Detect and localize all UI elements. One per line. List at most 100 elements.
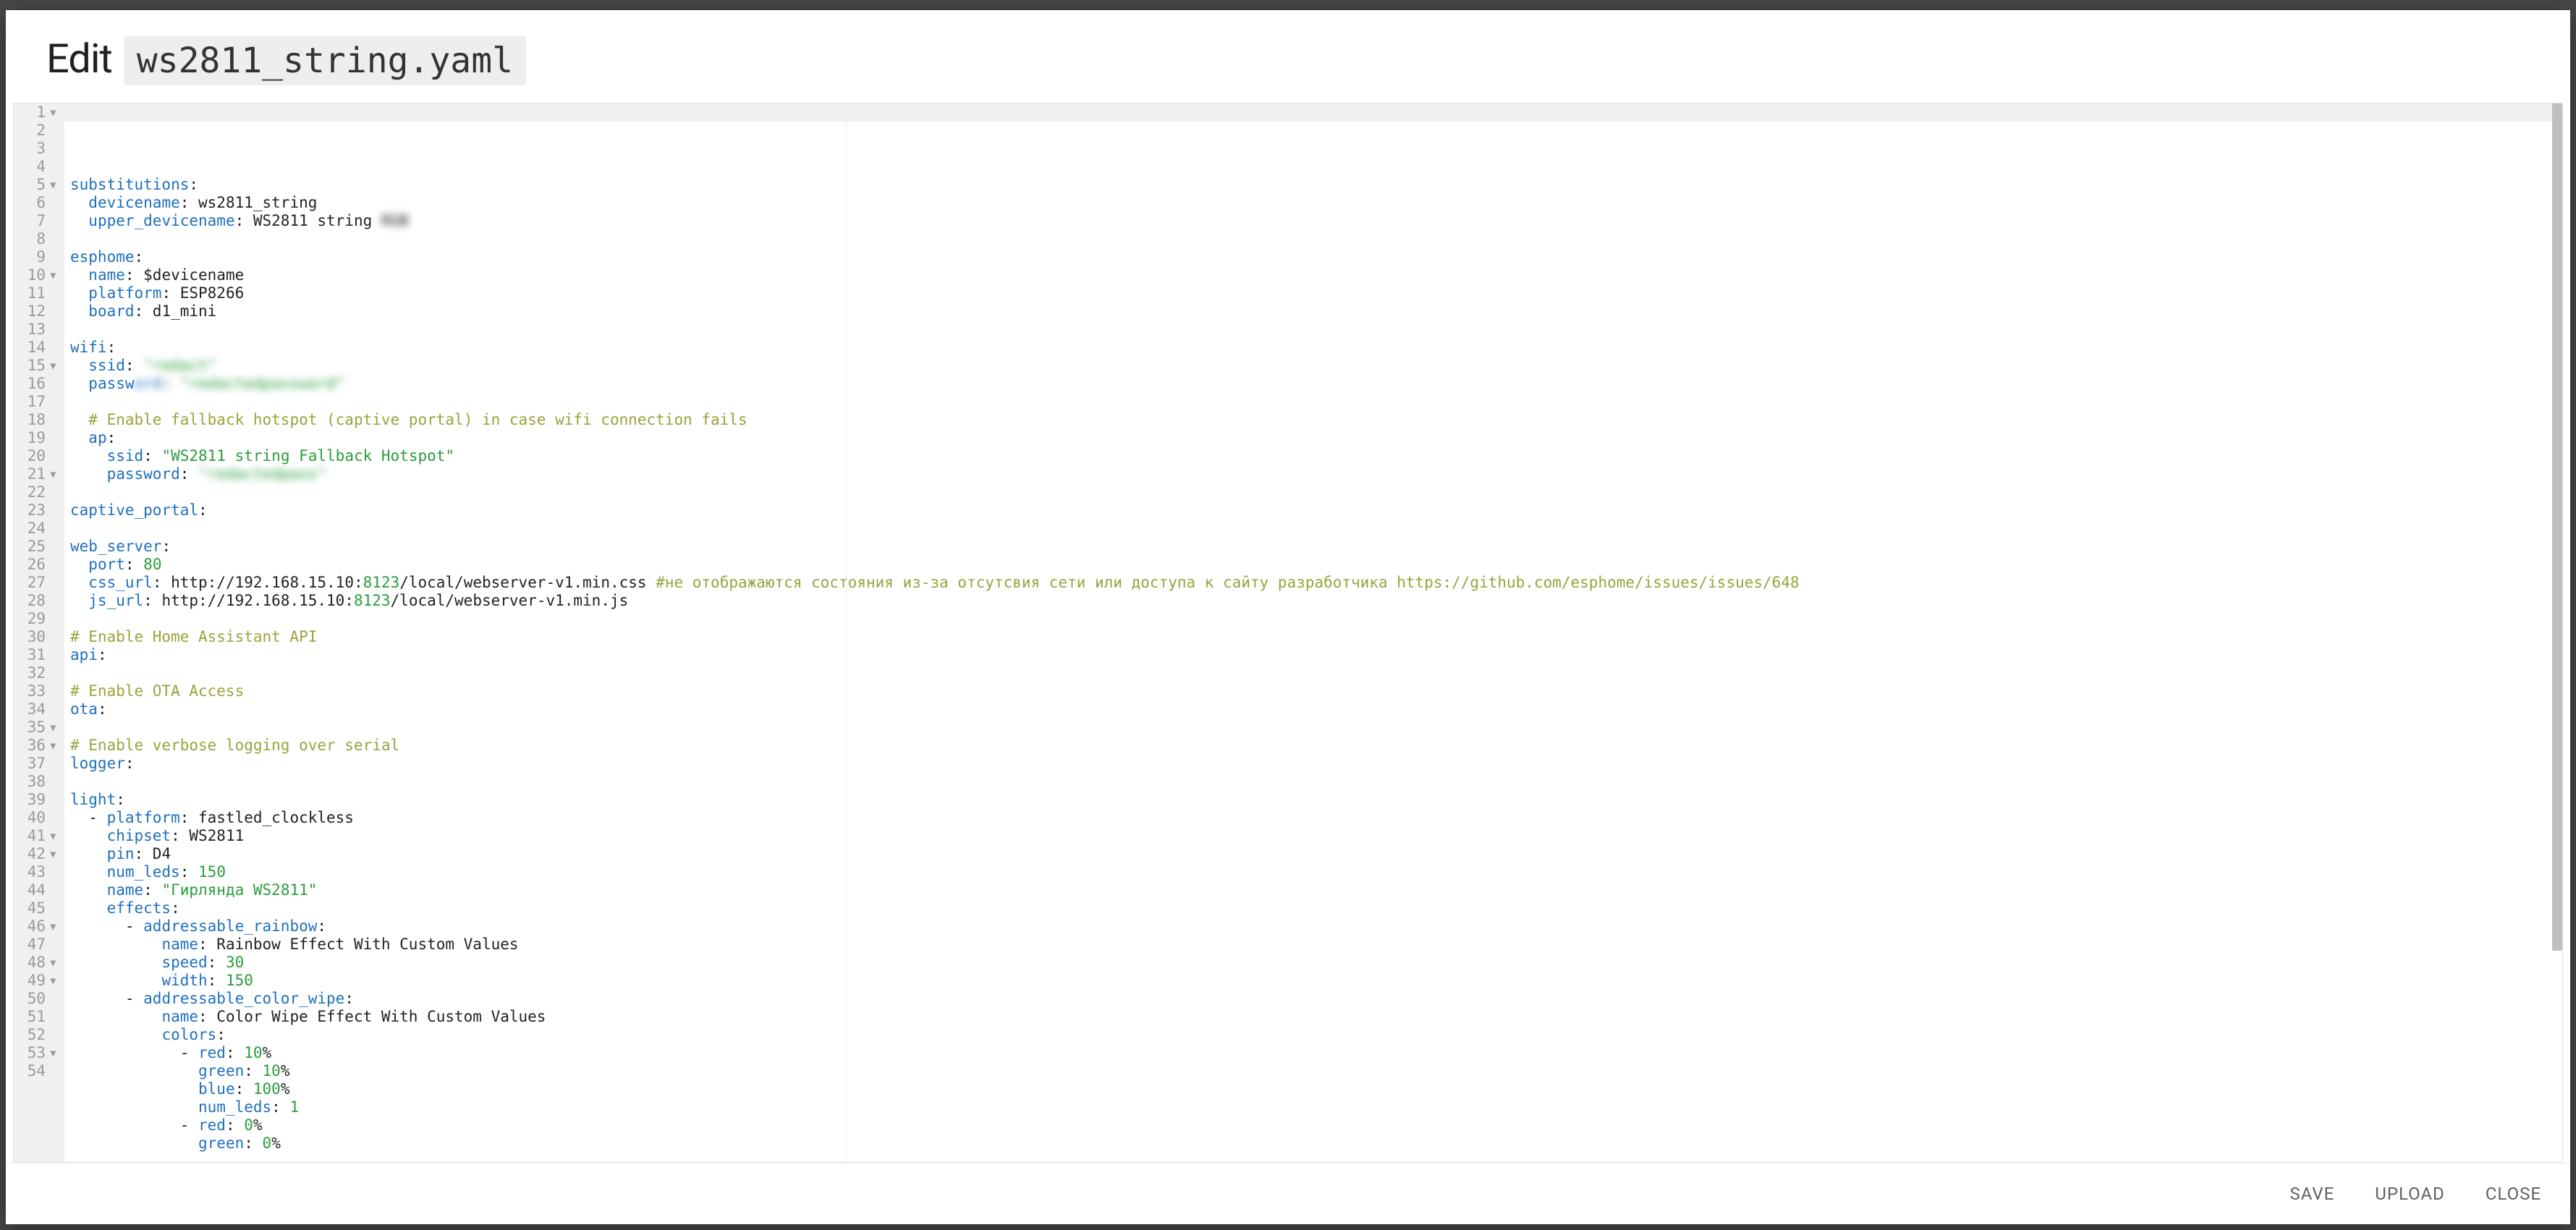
gutter-line[interactable]: 14: [27, 339, 57, 357]
gutter-line[interactable]: 24: [27, 519, 57, 538]
scrollbar-thumb[interactable]: [2552, 103, 2562, 950]
code-line[interactable]: upper_devicename: WS2811 string RGB: [70, 212, 2552, 230]
gutter-line[interactable]: 15▾: [27, 357, 57, 375]
code-line[interactable]: password: "redactedpassword": [70, 375, 2552, 393]
code-line[interactable]: num_leds: 1: [70, 1098, 2552, 1116]
upload-button[interactable]: UPLOAD: [2375, 1184, 2445, 1204]
editor-scroll-area[interactable]: 1▾2 3 4 5▾6 7 8 9 10▾11 12 13 14 15▾16 1…: [14, 103, 2552, 1162]
code-line[interactable]: blue: 100%: [70, 1080, 2552, 1098]
code-line[interactable]: pin: D4: [70, 845, 2552, 863]
code-line[interactable]: width: 150: [70, 972, 2552, 990]
code-line[interactable]: web_server:: [70, 538, 2552, 556]
gutter-line[interactable]: 1▾: [27, 103, 57, 122]
code-line[interactable]: colors:: [70, 1026, 2552, 1044]
code-line[interactable]: devicename: ws2811_string: [70, 194, 2552, 212]
gutter-line[interactable]: 7: [27, 212, 57, 230]
gutter-line[interactable]: 36▾: [27, 737, 57, 755]
fold-toggle-icon[interactable]: ▾: [48, 465, 57, 483]
code-line[interactable]: esphome:: [70, 248, 2552, 266]
gutter-line[interactable]: 40: [27, 809, 57, 827]
gutter-line[interactable]: 48▾: [27, 954, 57, 972]
gutter-line[interactable]: 17: [27, 393, 57, 411]
gutter-line[interactable]: 12: [27, 302, 57, 321]
code-line[interactable]: [70, 321, 2552, 339]
gutter-line[interactable]: 35▾: [27, 718, 57, 737]
code-line[interactable]: - platform: fastled_clockless: [70, 809, 2552, 827]
gutter-line[interactable]: 32: [27, 664, 57, 682]
gutter-line[interactable]: 13: [27, 321, 57, 339]
code-line[interactable]: board: d1_mini: [70, 302, 2552, 321]
code-line[interactable]: [70, 773, 2552, 791]
code-line[interactable]: [70, 519, 2552, 538]
gutter-line[interactable]: 37: [27, 755, 57, 773]
code-line[interactable]: speed: 30: [70, 954, 2552, 972]
fold-toggle-icon[interactable]: ▾: [48, 357, 57, 375]
code-line[interactable]: [70, 718, 2552, 737]
code-line[interactable]: [70, 230, 2552, 248]
gutter-line[interactable]: 46▾: [27, 917, 57, 936]
code-content[interactable]: substitutions: devicename: ws2811_string…: [64, 103, 2552, 1162]
code-line[interactable]: [70, 393, 2552, 411]
line-number-gutter[interactable]: 1▾2 3 4 5▾6 7 8 9 10▾11 12 13 14 15▾16 1…: [14, 103, 64, 1162]
gutter-line[interactable]: 23: [27, 501, 57, 519]
gutter-line[interactable]: 8: [27, 230, 57, 248]
code-line[interactable]: logger:: [70, 755, 2552, 773]
code-line[interactable]: name: "Гирлянда WS2811": [70, 881, 2552, 899]
fold-toggle-icon[interactable]: ▾: [48, 103, 57, 122]
gutter-line[interactable]: 45: [27, 899, 57, 917]
gutter-line[interactable]: 25: [27, 538, 57, 556]
gutter-line[interactable]: 50: [27, 990, 57, 1008]
code-line[interactable]: password: "redactedpass": [70, 465, 2552, 483]
code-line[interactable]: wifi:: [70, 339, 2552, 357]
gutter-line[interactable]: 11: [27, 284, 57, 302]
gutter-line[interactable]: 30: [27, 628, 57, 646]
close-button[interactable]: CLOSE: [2486, 1184, 2541, 1204]
gutter-line[interactable]: 44: [27, 881, 57, 899]
gutter-line[interactable]: 34: [27, 700, 57, 718]
gutter-line[interactable]: 2: [27, 122, 57, 140]
code-line[interactable]: port: 80: [70, 556, 2552, 574]
fold-toggle-icon[interactable]: ▾: [48, 972, 57, 990]
gutter-line[interactable]: 10▾: [27, 266, 57, 284]
gutter-line[interactable]: 33: [27, 682, 57, 700]
code-line[interactable]: # Enable OTA Access: [70, 682, 2552, 700]
fold-toggle-icon[interactable]: ▾: [48, 845, 57, 863]
code-line[interactable]: name: Color Wipe Effect With Custom Valu…: [70, 1008, 2552, 1026]
fold-toggle-icon[interactable]: ▾: [48, 737, 57, 755]
gutter-line[interactable]: 28: [27, 592, 57, 610]
gutter-line[interactable]: 53▾: [27, 1044, 57, 1062]
gutter-line[interactable]: 26: [27, 556, 57, 574]
gutter-line[interactable]: 41▾: [27, 827, 57, 845]
fold-toggle-icon[interactable]: ▾: [48, 266, 57, 284]
code-line[interactable]: chipset: WS2811: [70, 827, 2552, 845]
gutter-line[interactable]: 51: [27, 1008, 57, 1026]
code-line[interactable]: js_url: http://192.168.15.10:8123/local/…: [70, 592, 2552, 610]
gutter-line[interactable]: 9: [27, 248, 57, 266]
code-line[interactable]: ssid: "WS2811 string Fallback Hotspot": [70, 447, 2552, 465]
gutter-line[interactable]: 54: [27, 1062, 57, 1080]
code-line[interactable]: name: Rainbow Effect With Custom Values: [70, 936, 2552, 954]
gutter-line[interactable]: 21▾: [27, 465, 57, 483]
code-line[interactable]: [70, 483, 2552, 501]
gutter-line[interactable]: 27: [27, 574, 57, 592]
code-line[interactable]: [70, 664, 2552, 682]
code-line[interactable]: - red: 0%: [70, 1116, 2552, 1134]
gutter-line[interactable]: 22: [27, 483, 57, 501]
code-line[interactable]: - red: 10%: [70, 1044, 2552, 1062]
code-editor[interactable]: 1▾2 3 4 5▾6 7 8 9 10▾11 12 13 14 15▾16 1…: [13, 103, 2563, 1163]
fold-toggle-icon[interactable]: ▾: [48, 718, 57, 737]
code-line[interactable]: ap:: [70, 429, 2552, 447]
gutter-line[interactable]: 20: [27, 447, 57, 465]
fold-toggle-icon[interactable]: ▾: [48, 954, 57, 972]
code-line[interactable]: effects:: [70, 899, 2552, 917]
fold-toggle-icon[interactable]: ▾: [48, 176, 57, 194]
gutter-line[interactable]: 4: [27, 158, 57, 176]
code-line[interactable]: ota:: [70, 700, 2552, 718]
code-line[interactable]: # Enable verbose logging over serial: [70, 737, 2552, 755]
code-line[interactable]: captive_portal:: [70, 501, 2552, 519]
gutter-line[interactable]: 39: [27, 791, 57, 809]
fold-toggle-icon[interactable]: ▾: [48, 1044, 57, 1062]
code-line[interactable]: green: 10%: [70, 1062, 2552, 1080]
code-line[interactable]: # Enable fallback hotspot (captive porta…: [70, 411, 2552, 429]
code-line[interactable]: platform: ESP8266: [70, 284, 2552, 302]
